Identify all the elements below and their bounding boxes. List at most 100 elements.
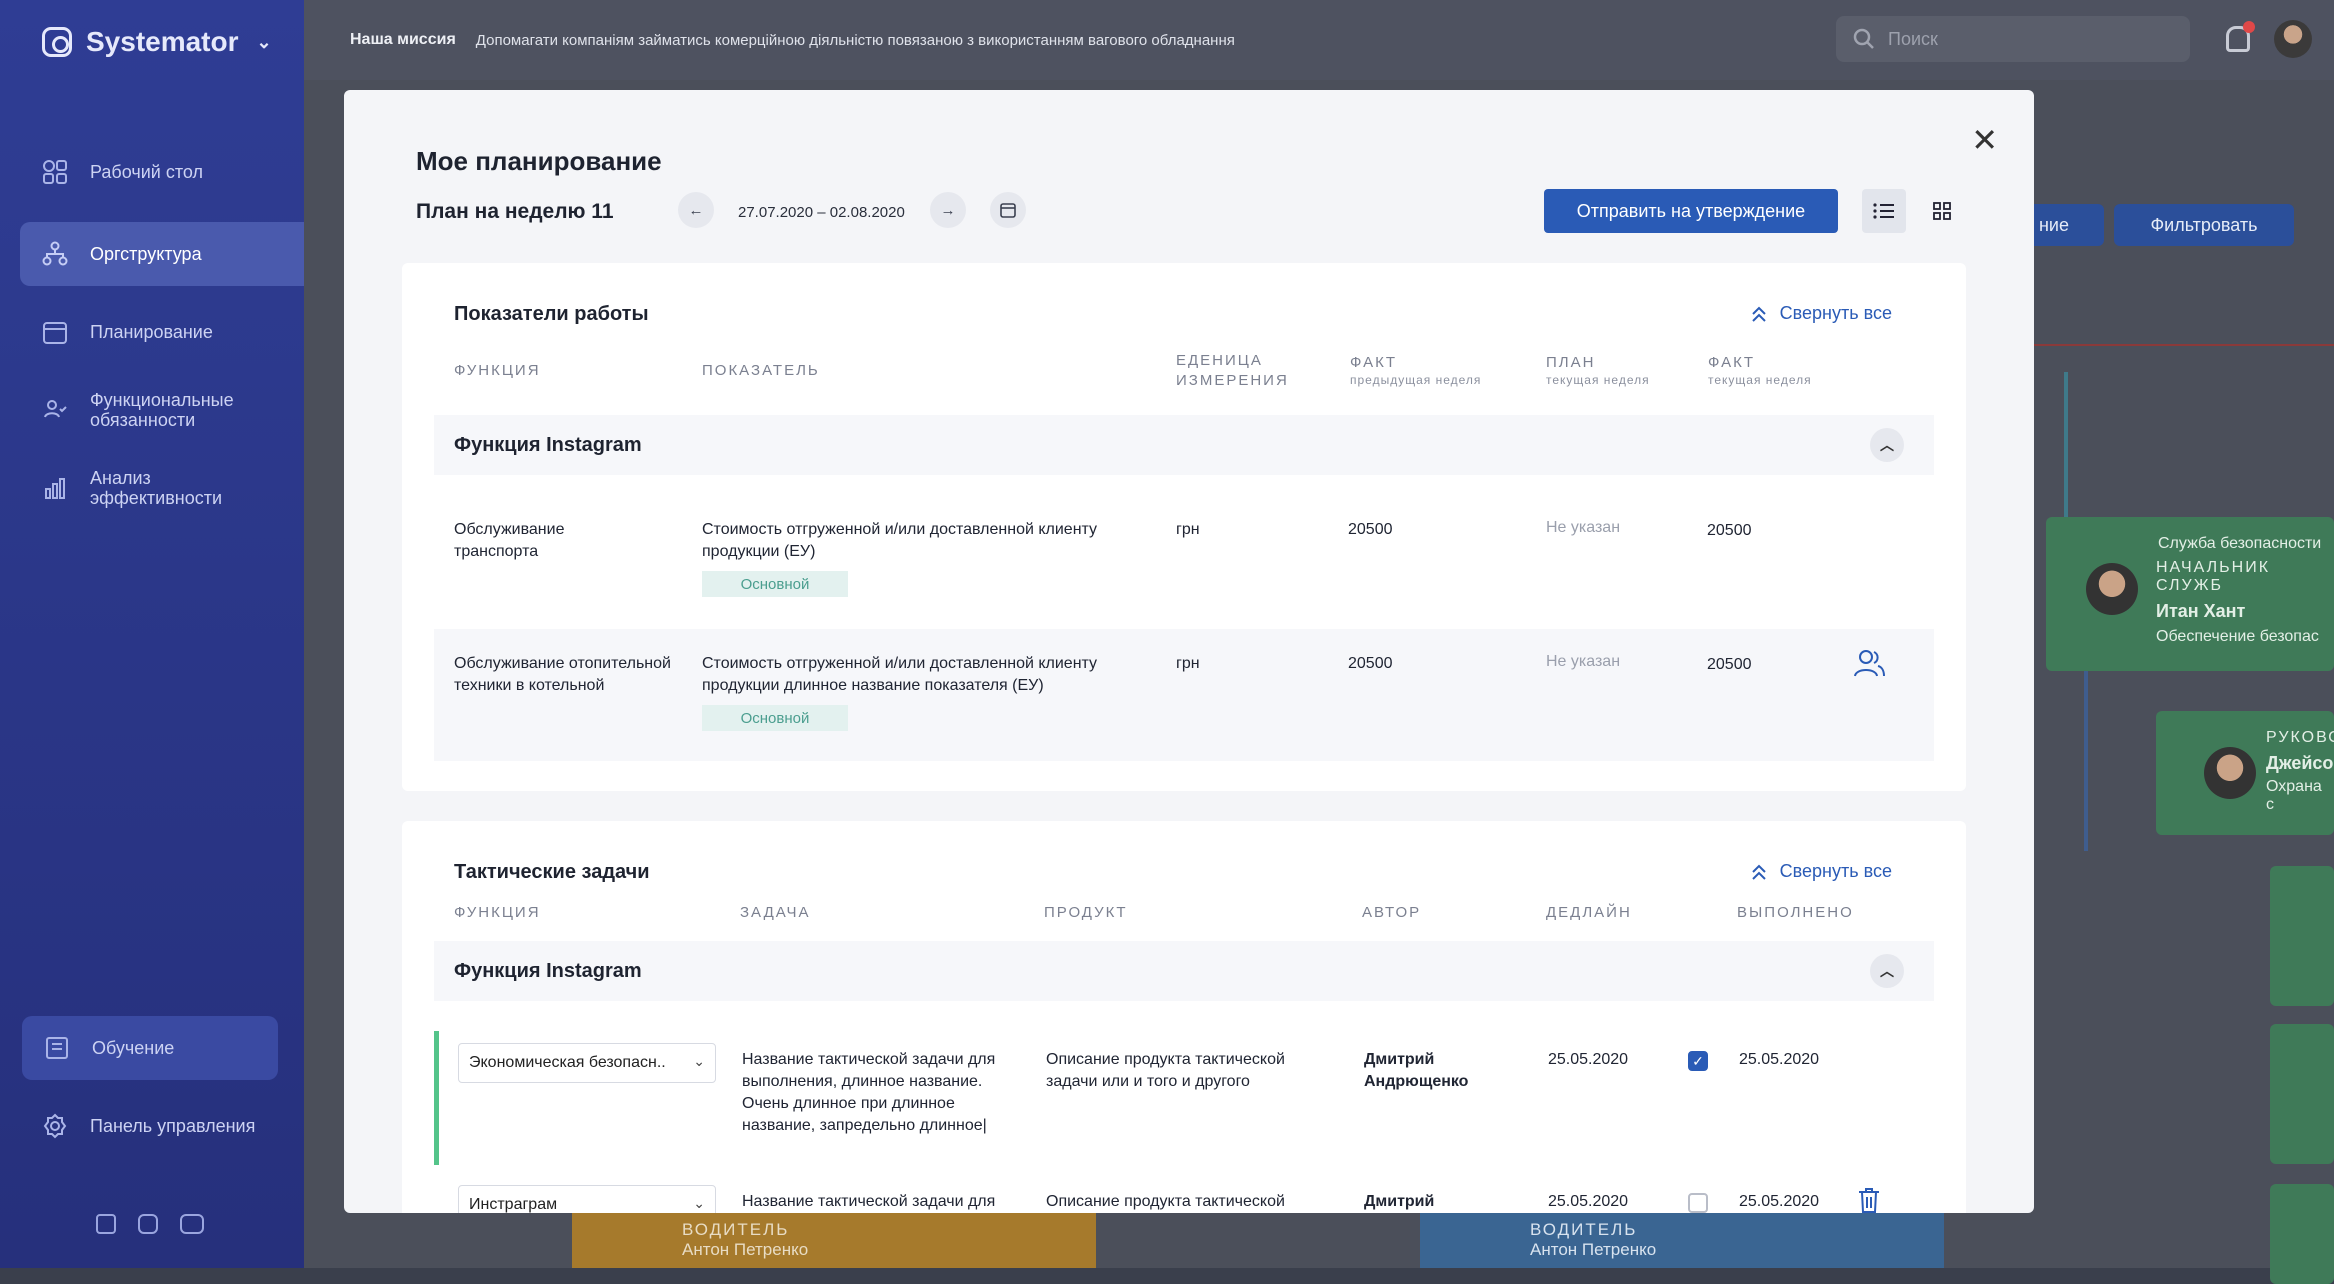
org-card-name: Итан Хант [2156, 601, 2246, 621]
done-checkbox[interactable]: ✓ [1688, 1051, 1708, 1071]
dashboard-icon [42, 159, 68, 185]
row-deadline[interactable]: 25.05.2020 [1548, 1049, 1628, 1071]
column-header-indicator: Показатель [702, 362, 820, 379]
filter-button[interactable]: Фильтровать [2114, 204, 2294, 246]
sidebar-item-desktop[interactable]: Рабочий стол [20, 140, 304, 204]
sidebar-item-learning[interactable]: Обучение [22, 1016, 278, 1080]
bg-action-label: ние [2038, 214, 2069, 235]
done-checkbox[interactable] [1688, 1193, 1708, 1213]
column-header-product: Продукт [1044, 904, 1128, 921]
org-card[interactable] [2270, 1024, 2334, 1164]
status-badge: Основной [702, 571, 848, 597]
collapse-label: Свернуть все [1779, 861, 1892, 881]
org-card[interactable] [2270, 1184, 2334, 1284]
sidebar-item-label: Рабочий стол [90, 161, 203, 182]
notification-bell-icon[interactable] [2226, 21, 2255, 52]
org-card-role: НАЧАЛЬНИК СЛУЖБ [2156, 559, 2271, 594]
chevron-up-icon[interactable]: ︿ [1870, 954, 1904, 988]
sidebar-item-control-panel[interactable]: Панель управления [20, 1094, 304, 1158]
column-header-unit: Еденица измерения [1176, 351, 1289, 391]
sidebar-item-orgstructure[interactable]: Оргструктура [20, 222, 304, 286]
users-icon[interactable] [1854, 649, 1886, 677]
check-icon: ✓ [1692, 1052, 1704, 1069]
table-row: Инстраграм ⌄ Название тактической задачи… [434, 1171, 1934, 1213]
org-card-driver[interactable]: ВОДИТЕЛЬ Антон Петренко [572, 1212, 1096, 1268]
grid-icon [1933, 202, 1951, 220]
mission-text: Допомагати компаніям займатись комерційн… [475, 31, 1235, 49]
plan-label: План [1546, 354, 1596, 371]
org-card-security[interactable]: Служба безопасности НАЧАЛЬНИК СЛУЖБ Итан… [2046, 517, 2334, 671]
facebook-icon[interactable] [96, 1214, 116, 1234]
row-plan[interactable]: Не указан [1546, 517, 1620, 539]
row-deadline[interactable]: 25.05.2020 [1548, 1191, 1628, 1213]
list-icon [1873, 203, 1894, 219]
row-fact-prev: 20500 [1348, 655, 1393, 672]
logo-icon [42, 27, 72, 57]
function-select-value: Экономическая безопасн.. [469, 1054, 666, 1071]
function-select[interactable]: Экономическая безопасн.. ⌄ [458, 1043, 716, 1083]
fact-cur-label: Факт [1708, 354, 1755, 371]
send-label: Отправить на утверждение [1576, 200, 1806, 221]
trash-icon[interactable] [1858, 1187, 1880, 1213]
collapse-icon [1751, 306, 1766, 322]
task-textarea[interactable]: Название тактической задачи для выполнен… [742, 1049, 1018, 1137]
instagram-icon[interactable] [138, 1214, 158, 1234]
row-fact-cur[interactable]: 20500 [1707, 654, 1752, 676]
row-fact-cur[interactable]: 20500 [1707, 520, 1752, 542]
kpi-collapse-all[interactable]: Свернуть все [1750, 303, 1892, 324]
calendar-icon [1000, 203, 1016, 218]
brand[interactable]: Systemator ⌄ [42, 26, 272, 58]
org-card[interactable] [2270, 866, 2334, 1006]
tasks-panel: Тактические задачи Свернуть все Функция … [402, 821, 1966, 1213]
avatar [2086, 563, 2138, 615]
chevron-up-icon[interactable]: ︿ [1870, 428, 1904, 462]
function-select[interactable]: Инстраграм ⌄ [458, 1185, 716, 1213]
sidebar-item-label: Оргструктура [90, 243, 202, 264]
search-input[interactable]: Поиск [1836, 16, 2190, 62]
org-card-driver[interactable]: ВОДИТЕЛЬ Антон Петренко [1420, 1212, 1944, 1268]
youtube-icon[interactable] [180, 1214, 204, 1234]
sidebar-item-duties[interactable]: Функциональные обязанности [20, 378, 304, 442]
column-header-fact-cur: Факт текущая неделя [1708, 353, 1812, 387]
chevron-down-icon: ⌄ [693, 1053, 705, 1069]
row-product[interactable]: Описание продукта тактической задачи или… [1046, 1049, 1326, 1093]
kpi-title: Показатели работы [454, 303, 649, 325]
week-title: План на неделю 11 [416, 200, 614, 223]
next-week-button[interactable]: → [930, 192, 966, 228]
kpi-panel: Показатели работы Свернуть все Функция П… [402, 263, 1966, 791]
kpi-group-instagram[interactable]: Функция Instagram ︿ [434, 415, 1934, 475]
table-row: Обслуживание транспорта Стоимость отгруж… [434, 475, 1934, 607]
tasks-group-instagram[interactable]: Функция Instagram ︿ [434, 941, 1934, 1001]
org-structure-icon [42, 241, 68, 267]
list-view-button[interactable] [1862, 189, 1906, 233]
sidebar-item-planning[interactable]: Планирование [20, 300, 304, 364]
column-header-done: Выполнено [1737, 904, 1854, 921]
task-textarea[interactable]: Название тактической задачи для [742, 1191, 1018, 1213]
duties-icon [42, 397, 68, 423]
sidebar-item-label: Планирование [90, 321, 213, 342]
gear-icon [42, 1113, 68, 1139]
user-avatar[interactable] [2274, 20, 2312, 58]
column-header-function: Функция [454, 362, 541, 379]
org-card-role: ВОДИТЕЛЬ [682, 1220, 790, 1239]
close-icon[interactable]: ✕ [1971, 124, 1998, 156]
row-function: Обслуживание отопительной техники в коте… [454, 655, 671, 694]
row-plan[interactable]: Не указан [1546, 651, 1620, 673]
connector-line [2034, 344, 2334, 346]
calendar-button[interactable] [990, 192, 1026, 228]
org-card-head[interactable]: РУКОВО Джейсо Охрана с [2156, 711, 2334, 835]
app-name: Systemator [86, 26, 239, 57]
row-unit: грн [1176, 655, 1200, 672]
send-for-approval-button[interactable]: Отправить на утверждение [1544, 189, 1838, 233]
arrow-right-icon: → [940, 201, 956, 219]
sidebar: Systemator ⌄ Рабочий стол Оргструктура П… [0, 0, 304, 1268]
row-product[interactable]: Описание продукта тактической [1046, 1191, 1326, 1213]
prev-week-button[interactable]: ← [678, 192, 714, 228]
sidebar-item-analytics[interactable]: Анализ эффективности [20, 456, 304, 520]
tasks-collapse-all[interactable]: Свернуть все [1750, 861, 1892, 882]
search-icon [1853, 28, 1874, 49]
org-card-role: ВОДИТЕЛЬ [1530, 1220, 1638, 1239]
grid-view-button[interactable] [1920, 189, 1964, 233]
plan-sub: текущая неделя [1546, 373, 1650, 387]
column-header-author: Автор [1362, 904, 1422, 921]
